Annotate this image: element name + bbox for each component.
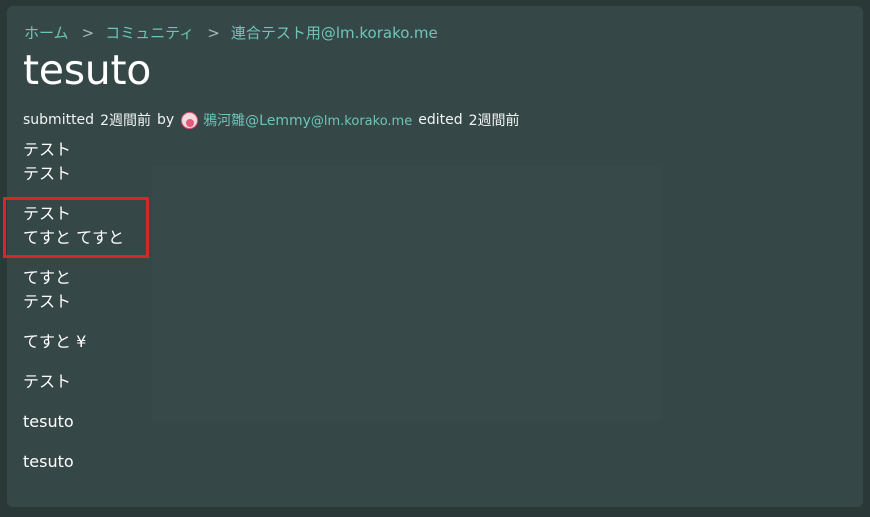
body-line: テスト: [23, 164, 72, 183]
breadcrumb-separator: >: [207, 24, 220, 42]
edited-time: 2週間前: [468, 113, 520, 129]
breadcrumb: ホーム > コミュニティ > 連合テスト用@lm.korako.me: [24, 22, 438, 43]
body-line: tesuto: [23, 412, 74, 431]
breadcrumb-current-link[interactable]: 連合テスト用@lm.korako.me: [231, 24, 438, 42]
body-paragraph: テスト: [23, 370, 623, 394]
body-line: てすと: [23, 268, 72, 287]
body-paragraph: てすと テスト: [23, 266, 623, 314]
by-label: by: [156, 112, 175, 128]
body-line: テスト: [23, 140, 72, 159]
submitted-label: submitted: [23, 112, 95, 128]
body-paragraph: テスト テスト: [23, 138, 623, 186]
author-name: 鴉河雛@Lemmy: [203, 113, 311, 129]
breadcrumb-home-link[interactable]: ホーム: [24, 24, 69, 42]
body-line: テスト: [23, 292, 72, 311]
post-meta: submitted 2週間前 by 鴉河雛@Lemmy@lm.korako.me…: [23, 110, 520, 130]
body-paragraph: tesuto: [23, 410, 623, 434]
body-line: てすと ¥: [23, 332, 87, 351]
author-avatar[interactable]: [181, 111, 199, 129]
body-paragraph: tesuto: [23, 450, 623, 474]
submitted-time: 2週間前: [100, 113, 151, 129]
highlight-box: [3, 197, 149, 258]
author-instance: @lm.korako.me: [310, 114, 413, 129]
breadcrumb-separator: >: [81, 24, 95, 42]
edited-label: edited: [418, 112, 463, 128]
body-line: tesuto: [23, 452, 74, 471]
breadcrumb-community-link[interactable]: コミュニティ: [105, 24, 194, 42]
post-title: tesuto: [23, 46, 152, 94]
body-paragraph: てすと ¥: [23, 330, 623, 354]
body-line: テスト: [23, 372, 72, 391]
author-link[interactable]: 鴉河雛@Lemmy@lm.korako.me: [203, 110, 412, 130]
post-body: テスト テスト テスト てすと てすと てすと テスト てすと ¥ テスト te…: [23, 138, 623, 490]
